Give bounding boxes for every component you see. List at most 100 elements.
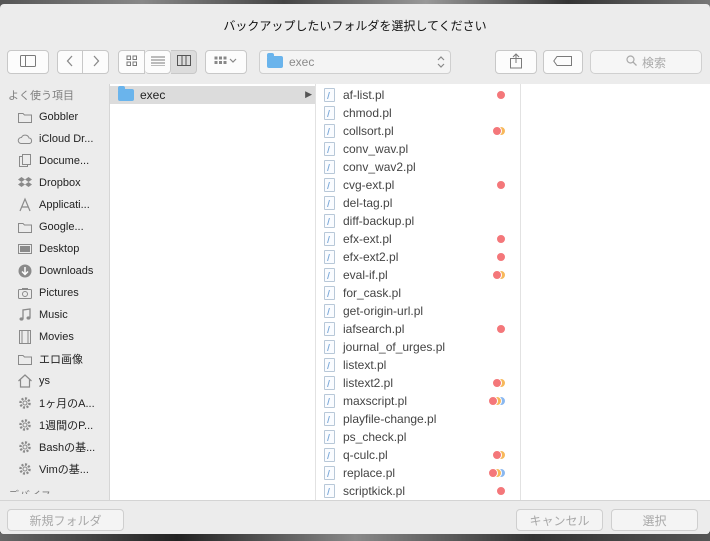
file-row[interactable]: playfile-change.pl [316, 410, 520, 428]
sidebar-item[interactable]: Vimの基... [0, 458, 109, 480]
sidebar-item[interactable]: Movies [0, 326, 109, 348]
sidebar-item-label: Movies [39, 331, 74, 343]
script-file-icon [324, 106, 335, 120]
search-field[interactable]: 検索 [590, 50, 702, 74]
cancel-button[interactable]: キャンセル [516, 509, 603, 531]
script-file-icon [324, 214, 335, 228]
file-row[interactable]: conv_wav.pl [316, 140, 520, 158]
new-folder-button[interactable]: 新規フォルダ [7, 509, 124, 531]
disclosure-arrow-icon: ▶ [305, 89, 312, 99]
dialog-footer: 新規フォルダ キャンセル 選択 [0, 500, 710, 534]
script-file-icon [324, 448, 335, 462]
file-name: efx-ext.pl [343, 232, 392, 246]
sidebar-section-devices: デバイス [0, 486, 109, 494]
sidebar-item[interactable]: 1週間のP... [0, 414, 109, 436]
columns-icon [176, 55, 191, 69]
film-icon [17, 329, 33, 345]
folder-icon [17, 351, 33, 367]
sidebar-item[interactable]: Downloads [0, 260, 109, 282]
script-file-icon [324, 196, 335, 210]
file-row[interactable]: get-origin-url.pl [316, 302, 520, 320]
sidebar-item[interactable]: Google... [0, 216, 109, 238]
file-row[interactable]: chmod.pl [316, 104, 520, 122]
forward-button[interactable] [83, 50, 109, 74]
script-file-icon [324, 322, 335, 336]
file-row[interactable]: diff-backup.pl [316, 212, 520, 230]
file-row[interactable]: for_cask.pl [316, 284, 520, 302]
file-name: get-origin-url.pl [343, 304, 424, 318]
file-row[interactable]: del-tag.pl [316, 194, 520, 212]
file-row[interactable]: af-list.pl [316, 86, 520, 104]
file-row[interactable]: journal_of_urges.pl [316, 338, 520, 356]
sidebar-item-label: Downloads [39, 265, 94, 277]
icon-view-button[interactable] [118, 50, 145, 74]
sidebar-item[interactable]: エロ画像 [0, 348, 109, 370]
sidebar-item[interactable]: ys [0, 370, 109, 392]
file-row[interactable]: efx-ext.pl [316, 230, 520, 248]
choose-button[interactable]: 選択 [611, 509, 698, 531]
tag-color-dot [488, 396, 498, 406]
toggle-sidebar-button[interactable] [7, 50, 49, 74]
file-row[interactable]: replace.pl [316, 464, 520, 482]
back-button[interactable] [57, 50, 83, 74]
sidebar-item-label: Desktop [39, 243, 80, 255]
script-file-icon [324, 88, 335, 102]
file-name: conv_wav2.pl [343, 160, 416, 174]
sidebar-item[interactable]: Music [0, 304, 109, 326]
sidebar-item-label: Vimの基... [39, 464, 89, 476]
tag-color-dot [496, 90, 506, 100]
file-row[interactable]: listext2.pl [316, 374, 520, 392]
sidebar-item[interactable]: Pictures [0, 282, 109, 304]
tag-color-dot [496, 486, 506, 496]
sidebar-icon [20, 54, 36, 70]
column-view-button[interactable] [171, 50, 197, 74]
sidebar-item[interactable]: Applicati... [0, 194, 109, 216]
tag-button[interactable] [543, 50, 583, 74]
file-row[interactable]: maxscript.pl [316, 392, 520, 410]
arrange-menu-button[interactable] [205, 50, 247, 74]
grid-icon [126, 55, 138, 70]
list-view-button[interactable] [145, 50, 171, 74]
sidebar-item-label: Pictures [39, 287, 79, 299]
script-file-icon [324, 250, 335, 264]
desktop-icon [17, 241, 33, 257]
file-row[interactable]: eval-if.pl [316, 266, 520, 284]
sidebar-item-label: Google... [39, 221, 84, 233]
sidebar-item[interactable]: Gobbler [0, 106, 109, 128]
tag-color-dot [488, 468, 498, 478]
path-popup[interactable]: exec [259, 50, 451, 74]
sidebar-item[interactable]: Dropbox [0, 172, 109, 194]
sidebar-item[interactable]: 1ヶ月のA... [0, 392, 109, 414]
sidebar-list: Gobbler iCloud Dr... Docume... Dropbox Appli… [0, 106, 109, 480]
tag-color-dot [492, 126, 502, 136]
folder-icon [17, 219, 33, 235]
sidebar-item-label: Docume... [39, 155, 90, 167]
file-name: listext.pl [343, 358, 387, 372]
tag-dots [486, 126, 506, 136]
chevron-left-icon [66, 55, 74, 70]
camera-icon [17, 285, 33, 301]
share-button[interactable] [495, 50, 537, 74]
file-row[interactable]: efx-ext2.pl [316, 248, 520, 266]
file-row[interactable]: conv_wav2.pl [316, 158, 520, 176]
tag-dots [486, 378, 506, 388]
sidebar-item[interactable]: Docume... [0, 150, 109, 172]
file-row[interactable]: iafsearch.pl [316, 320, 520, 338]
gear-icon [17, 439, 33, 455]
browser-column-2: af-list.pl chmod.pl collsort.pl conv_wav.pl… [315, 84, 520, 500]
tag-color-dot [496, 252, 506, 262]
sidebar-item-label: 1週間のP... [39, 420, 94, 432]
file-row[interactable]: cvg-ext.pl [316, 176, 520, 194]
sidebar-item[interactable]: Desktop [0, 238, 109, 260]
folder-row-exec[interactable]: exec ▶ [110, 86, 315, 104]
file-row[interactable]: collsort.pl [316, 122, 520, 140]
tag-color-dot [492, 270, 502, 280]
file-row[interactable]: listext.pl [316, 356, 520, 374]
sidebar-item[interactable]: iCloud Dr... [0, 128, 109, 150]
file-name: q-culc.pl [343, 448, 388, 462]
script-file-icon [324, 466, 335, 480]
file-row[interactable]: q-culc.pl [316, 446, 520, 464]
sidebar-item[interactable]: Bashの基... [0, 436, 109, 458]
file-row[interactable]: ps_check.pl [316, 428, 520, 446]
file-row[interactable]: scriptkick.pl [316, 482, 520, 500]
